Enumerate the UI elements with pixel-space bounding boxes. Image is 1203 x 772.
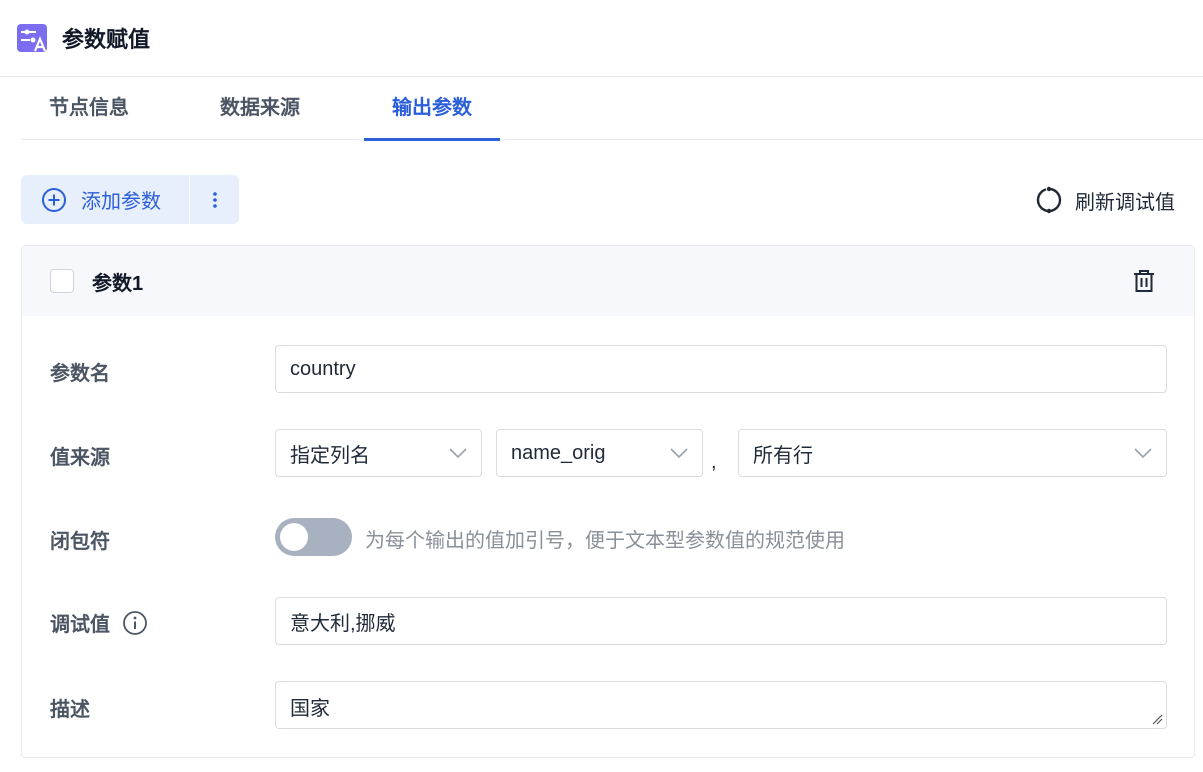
toggle-knob [280, 523, 308, 551]
parameter-title: 参数1 [92, 272, 144, 295]
description-value: 国家 [290, 698, 330, 720]
page-title: 参数赋值 [62, 27, 151, 52]
source-rows-value: 所有行 [753, 444, 813, 467]
chevron-down-icon [1134, 448, 1152, 458]
param-name-label: 参数名 [50, 363, 110, 385]
page-header: 参数赋值 [0, 0, 1203, 77]
debug-value-input[interactable]: 意大利,挪威 [275, 597, 1167, 645]
refresh-debug-button[interactable]: 刷新调试值 [1035, 184, 1175, 216]
chevron-down-icon [670, 448, 688, 458]
parameter-assign-icon [17, 24, 47, 52]
source-rows-select[interactable]: 所有行 [738, 429, 1167, 477]
closure-toggle[interactable] [275, 518, 352, 556]
plus-circle-icon [42, 187, 66, 212]
tab-output-params[interactable]: 输出参数 [364, 77, 500, 141]
source-type-select[interactable]: 指定列名 [275, 429, 482, 477]
parameter-card-header: 参数1 [22, 246, 1194, 316]
description-textarea[interactable]: 国家 [275, 681, 1167, 729]
param-name-input[interactable]: country [275, 345, 1167, 393]
parameter-card: 参数1 参数名 country 值来源 指定列名 name_orig , 所有行… [21, 245, 1195, 758]
refresh-icon [1036, 186, 1062, 214]
parameter-select-checkbox[interactable] [50, 269, 74, 293]
value-source-label: 值来源 [50, 447, 110, 469]
description-label: 描述 [50, 699, 90, 721]
add-parameter-label: 添加参数 [81, 191, 161, 213]
comma-separator: , [711, 451, 717, 473]
delete-icon[interactable] [1132, 269, 1156, 293]
refresh-debug-label: 刷新调试值 [1075, 191, 1175, 214]
source-column-select[interactable]: name_orig [496, 429, 703, 477]
debug-value-row-label: 调试值 [50, 608, 148, 637]
source-column-value: name_orig [511, 441, 606, 464]
info-icon[interactable] [122, 610, 148, 636]
source-type-value: 指定列名 [290, 444, 370, 467]
closure-label: 闭包符 [50, 531, 110, 553]
debug-value-label: 调试值 [50, 614, 110, 636]
tab-node-info[interactable]: 节点信息 [21, 77, 157, 140]
add-parameter-button[interactable]: 添加参数 [21, 175, 189, 224]
add-parameter-button-group: 添加参数 [21, 175, 239, 224]
more-vertical-icon [212, 191, 217, 208]
more-options-button[interactable] [190, 175, 239, 224]
tab-data-source[interactable]: 数据来源 [192, 77, 328, 140]
tab-bar: 节点信息 数据来源 输出参数 [21, 77, 1203, 141]
chevron-down-icon [449, 448, 467, 458]
closure-hint: 为每个输出的值加引号，便于文本型参数值的规范使用 [365, 530, 845, 552]
resize-handle-icon[interactable] [1151, 713, 1163, 725]
